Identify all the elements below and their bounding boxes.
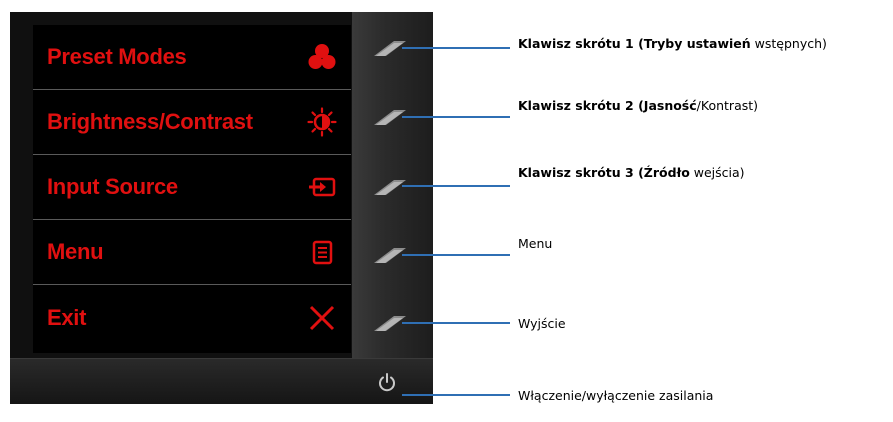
monitor-bezel-bottom: [0, 358, 433, 405]
callout-text: Menu: [518, 236, 553, 251]
osd-item-brightness-contrast[interactable]: Brightness/Contrast: [33, 90, 351, 155]
power-icon: [379, 373, 395, 392]
callout-label-menu: Menu: [518, 236, 552, 252]
callout-text: wejścia): [689, 165, 745, 180]
callout-label-power: Włączenie/wyłączenie zasilania: [518, 388, 713, 404]
osd-item-label: Menu: [47, 239, 104, 264]
callout-line-shortcut2: [402, 116, 510, 118]
callout-text: /Kontrast): [696, 98, 759, 113]
power-button[interactable]: [377, 372, 397, 392]
frame-bottom-edge: [0, 404, 433, 422]
exit-icon: [307, 303, 337, 333]
frame-left-edge: [0, 0, 10, 422]
osd-item-label: Input Source: [47, 174, 178, 199]
callout-bold-text: Klawisz skrótu 3 (Źródło: [518, 165, 690, 180]
shortcut-key-3-button[interactable]: [372, 177, 408, 197]
callout-line-menu: [402, 254, 510, 256]
callout-line-power: [402, 394, 510, 396]
input-source-icon: [307, 172, 337, 202]
osd-item-label: Exit: [47, 304, 87, 330]
osd-item-preset-modes[interactable]: Preset Modes: [33, 25, 351, 90]
callout-bold-text: Klawisz skrótu 2 (Jasność: [518, 98, 697, 113]
callout-label-shortcut2: Klawisz skrótu 2 (Jasność/Kontrast): [518, 98, 758, 114]
callout-text: wstępnych): [750, 36, 827, 51]
osd-item-menu[interactable]: Menu: [33, 220, 351, 285]
osd-item-label: Preset Modes: [47, 44, 187, 69]
callout-label-shortcut1: Klawisz skrótu 1 (Tryby ustawień wstępny…: [518, 36, 827, 52]
menu-icon: [307, 237, 337, 267]
osd-item-input-source[interactable]: Input Source: [33, 155, 351, 220]
callout-text: Włączenie/wyłączenie zasilania: [518, 388, 714, 403]
callout-line-shortcut1: [402, 47, 510, 49]
osd-menu: Preset Modes Brightness/Contrast Input S…: [33, 25, 351, 353]
callout-label-shortcut3: Klawisz skrótu 3 (Źródło wejścia): [518, 165, 745, 181]
osd-item-label: Brightness/Contrast: [47, 109, 253, 134]
callout-line-shortcut3: [402, 185, 510, 187]
callout-bold-text: Klawisz skrótu 1 (Tryby ustawień: [518, 36, 751, 51]
callout-label-exit: Wyjście: [518, 316, 566, 332]
frame-top-edge: [0, 0, 433, 12]
callout-text: Wyjście: [518, 316, 566, 331]
preset-modes-icon: [307, 42, 337, 72]
callout-line-exit: [402, 322, 510, 324]
brightness-icon: [307, 107, 337, 137]
osd-item-exit[interactable]: Exit: [33, 285, 351, 350]
